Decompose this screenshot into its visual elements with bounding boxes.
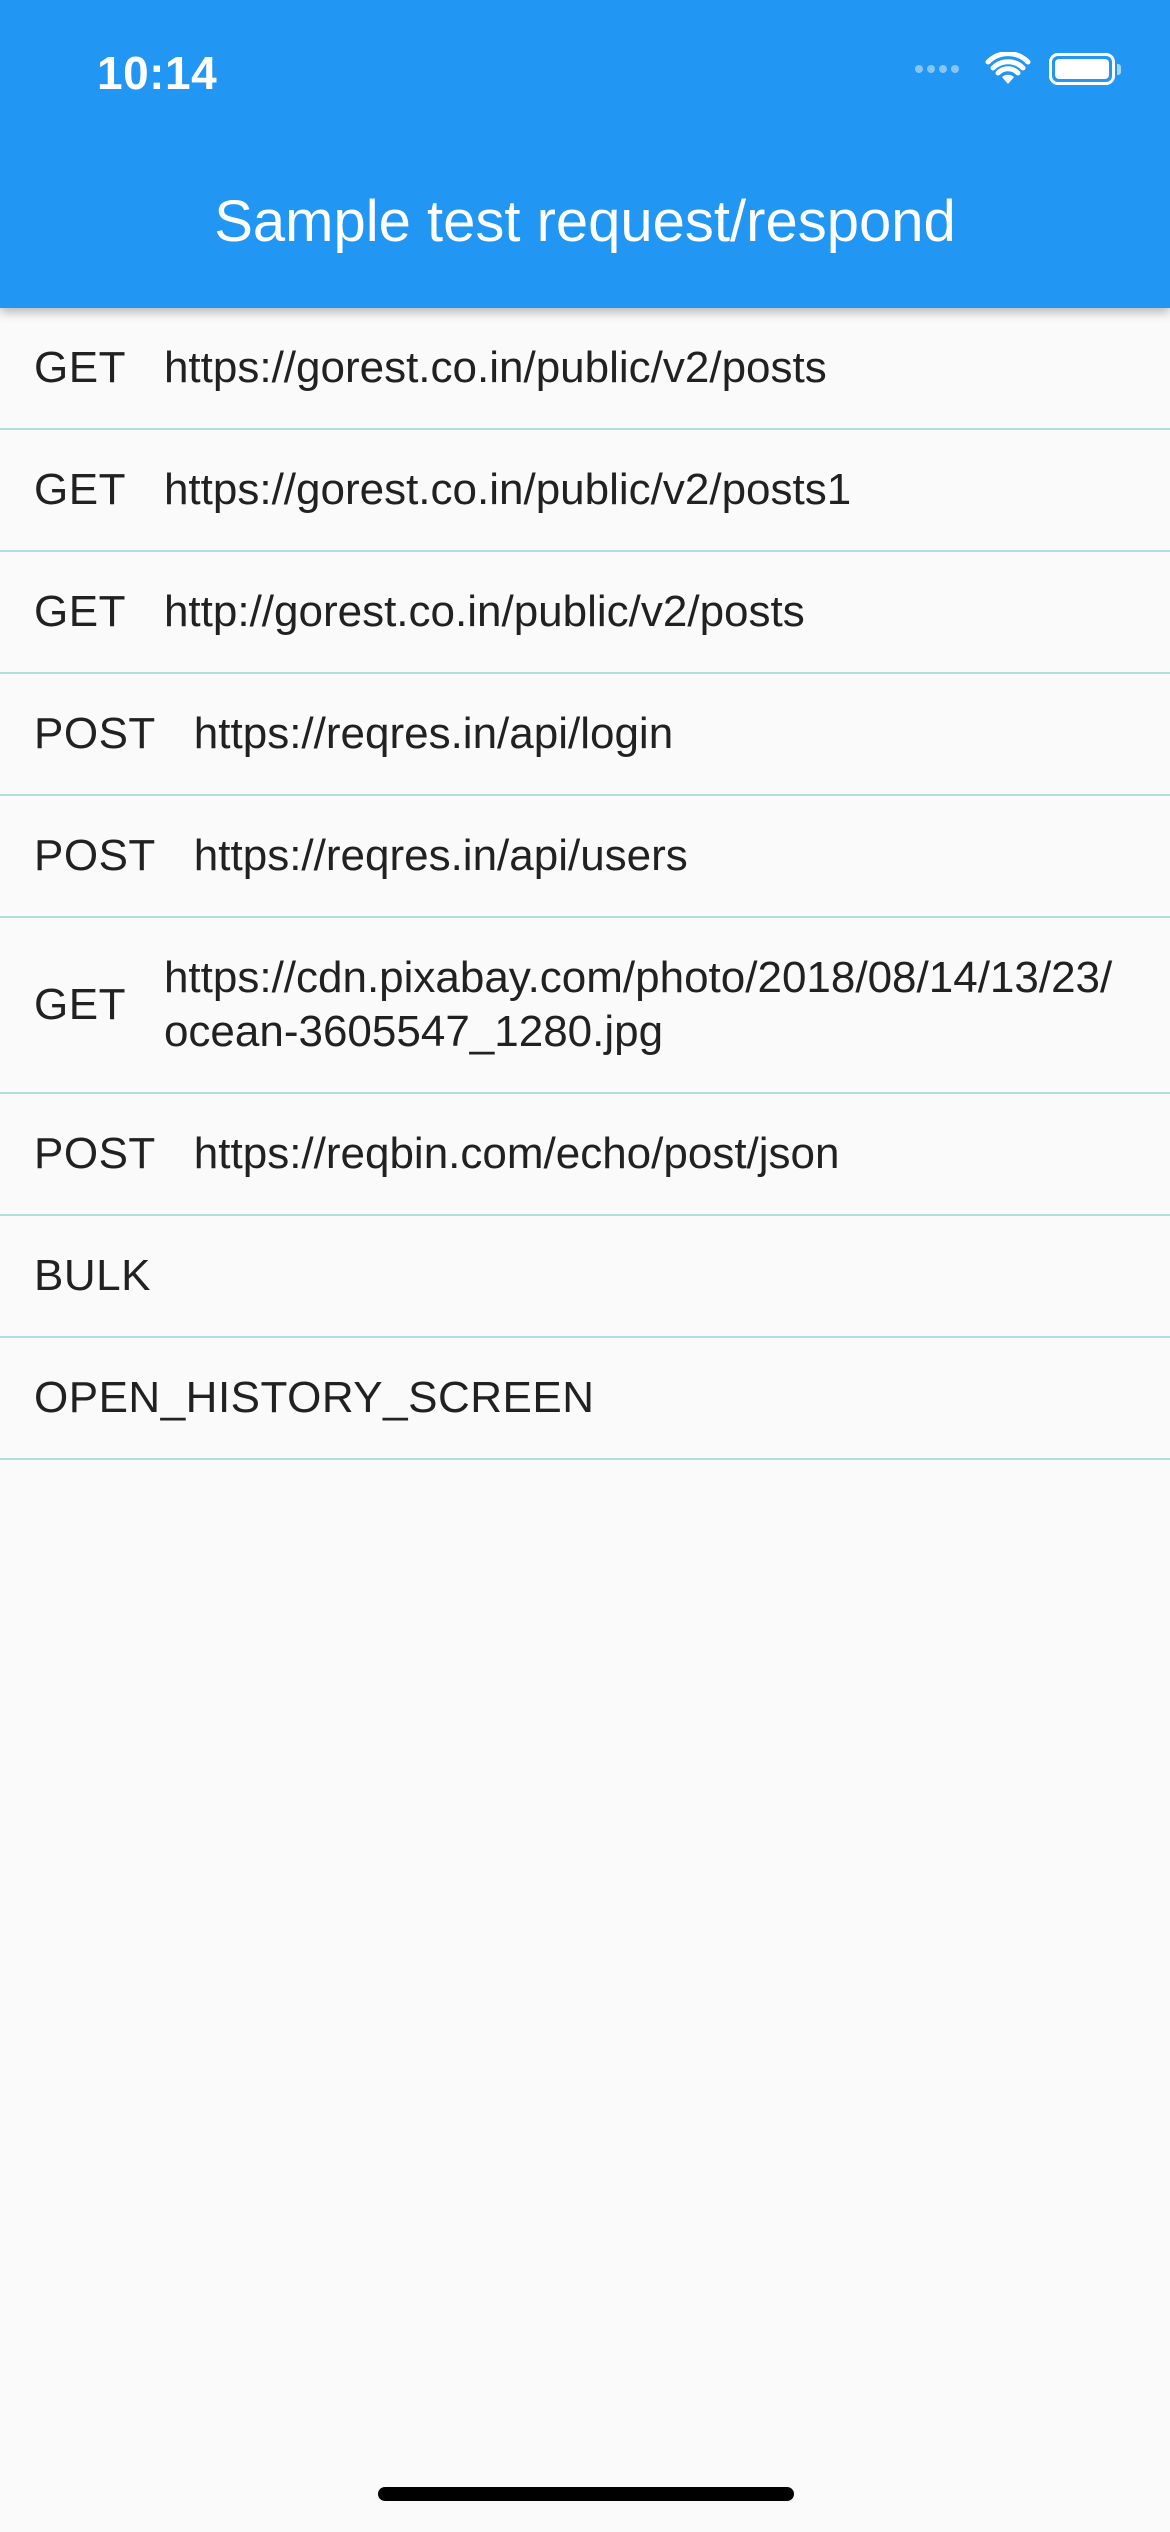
- request-method: GET: [34, 465, 126, 514]
- request-item-post-echo[interactable]: POST https://reqbin.com/echo/post/json: [0, 1094, 1170, 1216]
- home-indicator[interactable]: [378, 2487, 794, 2501]
- request-url: https://reqres.in/api/users: [193, 831, 688, 880]
- request-url: https://reqbin.com/echo/post/json: [193, 1129, 840, 1178]
- request-item-bulk[interactable]: BULK: [0, 1216, 1170, 1338]
- page-title: Sample test request/respond: [214, 189, 956, 254]
- request-method: GET: [34, 343, 126, 392]
- wifi-icon: [985, 52, 1031, 84]
- request-item-post-login[interactable]: POST https://reqres.in/api/login: [0, 674, 1170, 796]
- request-method: GET: [34, 980, 126, 1029]
- request-list: GET https://gorest.co.in/public/v2/posts…: [0, 308, 1170, 1460]
- app-bar: 10:14 Sample test request/respond: [0, 0, 1170, 308]
- request-item-post-users[interactable]: POST https://reqres.in/api/users: [0, 796, 1170, 918]
- cellular-signal-icon: [915, 65, 963, 73]
- request-item-get-posts[interactable]: GET https://gorest.co.in/public/v2/posts: [0, 308, 1170, 430]
- request-url: https://gorest.co.in/public/v2/posts1: [163, 465, 852, 514]
- battery-icon: [1049, 53, 1121, 85]
- request-method: OPEN_HISTORY_SCREEN: [34, 1373, 595, 1422]
- request-url: https://gorest.co.in/public/v2/posts: [163, 343, 827, 392]
- request-item-get-image[interactable]: GET https://cdn.pixabay.com/photo/2018/0…: [0, 918, 1170, 1094]
- request-item-open-history[interactable]: OPEN_HISTORY_SCREEN: [0, 1338, 1170, 1460]
- request-url: https://cdn.pixabay.com/photo/2018/08/14…: [163, 953, 1113, 1056]
- request-item-get-posts1[interactable]: GET https://gorest.co.in/public/v2/posts…: [0, 430, 1170, 552]
- request-url: https://reqres.in/api/login: [193, 709, 674, 758]
- request-item-get-posts-http[interactable]: GET http://gorest.co.in/public/v2/posts: [0, 552, 1170, 674]
- request-method: POST: [34, 831, 156, 880]
- status-time: 10:14: [97, 47, 218, 99]
- status-icons: [915, 52, 1121, 86]
- request-method: GET: [34, 587, 126, 636]
- request-url: http://gorest.co.in/public/v2/posts: [163, 587, 805, 636]
- request-method: POST: [34, 709, 156, 758]
- request-method: POST: [34, 1129, 156, 1178]
- request-method: BULK: [34, 1251, 151, 1300]
